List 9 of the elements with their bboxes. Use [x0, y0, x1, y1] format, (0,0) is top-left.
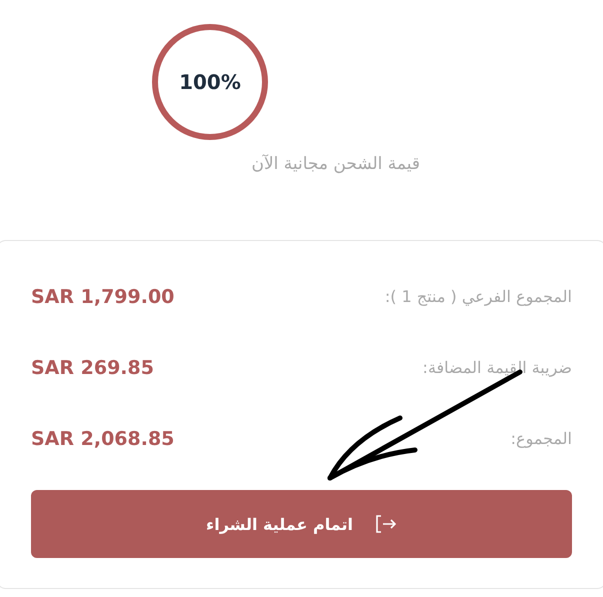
amount-value: SAR 269.85: [31, 356, 154, 378]
summary-label: المجموع:: [510, 429, 572, 448]
checkout-button[interactable]: اتمام عملية الشراء: [31, 490, 572, 558]
free-shipping-text: قيمة الشحن مجانية الآن: [251, 154, 420, 174]
logout-icon: [374, 514, 397, 534]
amount-value: SAR 2,068.85: [31, 428, 174, 450]
progress-percent: 100%: [179, 70, 241, 94]
amount-value: SAR 1,799.00: [31, 286, 174, 308]
summary-label: المجموع الفرعي ( منتج 1 ):: [384, 287, 572, 306]
